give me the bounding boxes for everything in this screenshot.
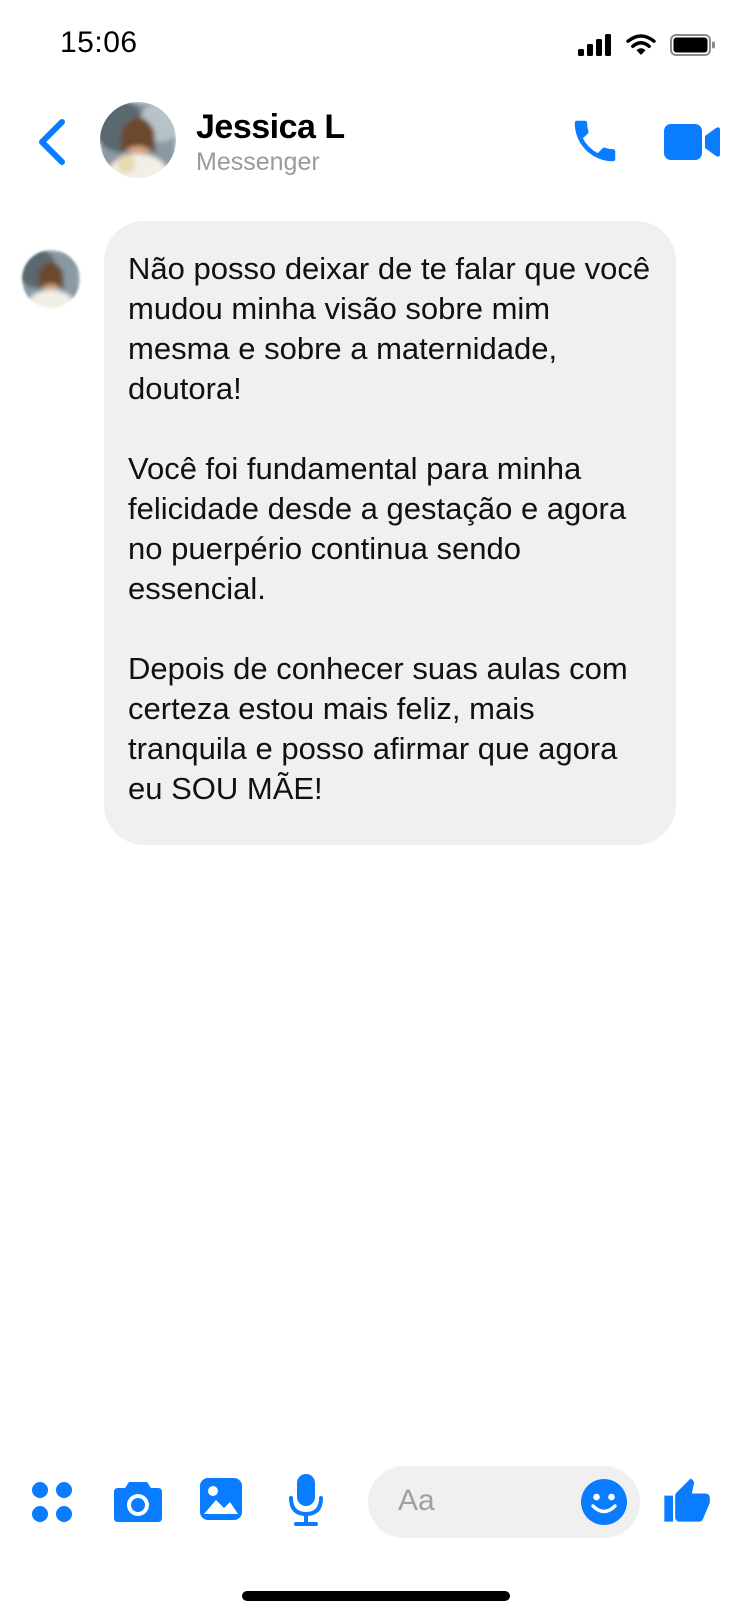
message-paragraph: Depois de conhecer suas aulas com certez… [128,651,628,806]
microphone-icon[interactable] [286,1472,326,1528]
home-indicator[interactable] [242,1591,510,1601]
phone-call-button[interactable] [568,114,622,168]
battery-icon [670,34,715,56]
chat-header: Jessica L Messenger [0,90,750,190]
wifi-icon [626,34,656,55]
contact-name: Jessica L [196,108,345,146]
gallery-icon[interactable] [198,1476,244,1522]
message-paragraph: Você foi fundamental para minha felicida… [128,451,627,606]
back-button[interactable] [30,114,78,170]
contact-subtitle: Messenger [196,148,320,176]
status-icons [578,30,716,60]
message-paragraph: Não posso deixar de te falar que você mu… [128,251,651,406]
status-time: 15:06 [60,26,138,59]
status-bar: 15:06 [0,0,750,90]
signal-icon [578,34,611,56]
sender-avatar[interactable] [22,250,80,308]
message-bubble[interactable]: Não posso deixar de te falar que você mu… [104,221,676,845]
contact-avatar[interactable] [100,102,176,178]
composer-bar: Aa [0,1450,750,1560]
emoji-icon[interactable] [580,1478,628,1526]
apps-icon[interactable] [30,1480,74,1524]
message-input[interactable]: Aa [368,1466,640,1538]
video-call-button[interactable] [662,120,722,164]
thumbs-up-icon[interactable] [660,1474,712,1526]
camera-icon[interactable] [112,1478,164,1524]
message-input-placeholder: Aa [398,1484,435,1517]
